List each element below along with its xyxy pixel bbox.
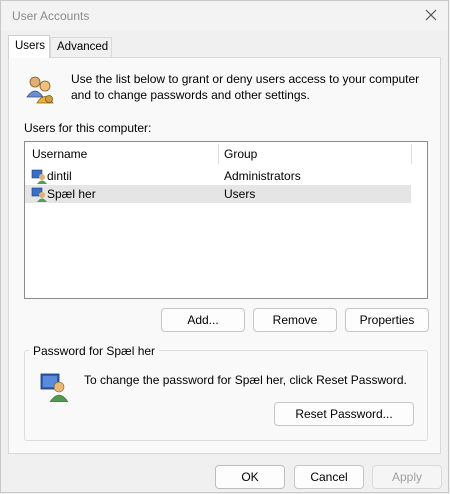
title-bar: User Accounts [1, 1, 448, 31]
list-header: Username Group [25, 142, 427, 166]
close-icon[interactable] [422, 6, 440, 24]
column-header-group[interactable]: Group [224, 147, 257, 161]
row-group: Users [224, 187, 256, 201]
users-listview[interactable]: Username Group dintil Administrators Spæ… [24, 141, 428, 299]
user-password-icon [40, 373, 69, 402]
password-group-legend: Password for Spæl her [29, 344, 160, 358]
ok-button[interactable]: OK [215, 465, 285, 489]
window-title: User Accounts [12, 9, 90, 23]
table-row[interactable]: Spæl her Users [25, 185, 411, 203]
users-list-label: Users for this computer: [24, 121, 152, 135]
table-row[interactable]: dintil Administrators [25, 167, 411, 185]
tab-advanced[interactable]: Advanced [50, 37, 112, 57]
row-group: Administrators [224, 169, 301, 183]
intro-text: Use the list below to grant or deny user… [71, 72, 420, 102]
column-header-username[interactable]: Username [32, 147, 87, 161]
remove-button[interactable]: Remove [253, 308, 337, 332]
user-icon [31, 187, 47, 202]
add-button[interactable]: Add... [161, 308, 245, 332]
column-separator[interactable] [411, 144, 412, 164]
row-username: Spæl her [47, 187, 96, 201]
user-icon [31, 169, 47, 184]
reset-password-button[interactable]: Reset Password... [274, 402, 414, 426]
apply-button[interactable]: Apply [372, 465, 442, 489]
tab-users[interactable]: Users [8, 35, 50, 58]
users-tab-panel: Use the list below to grant or deny user… [8, 57, 441, 454]
column-separator[interactable] [218, 144, 219, 164]
password-groupbox [24, 350, 428, 441]
cancel-button[interactable]: Cancel [294, 465, 364, 489]
row-username: dintil [47, 169, 72, 183]
users-icon [26, 76, 54, 104]
password-instruction: To change the password for Spæl her, cli… [84, 373, 407, 387]
properties-button[interactable]: Properties [345, 308, 429, 332]
